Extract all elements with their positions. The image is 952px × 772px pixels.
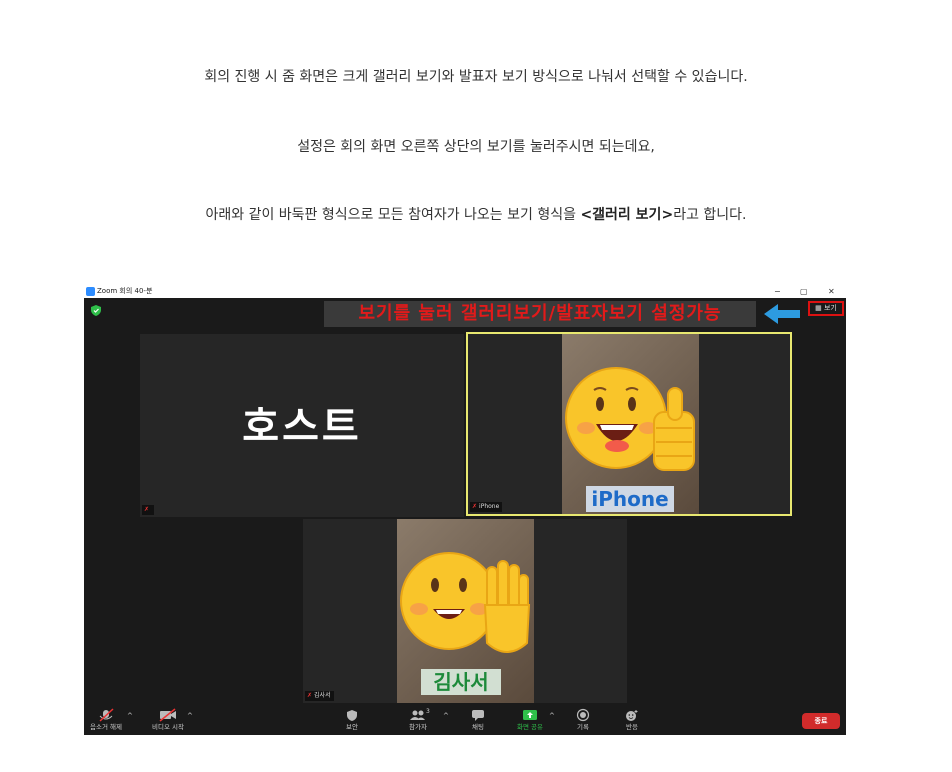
article-paragraph-2: 설정은 회의 화면 오른쪽 상단의 보기를 눌러주시면 되는데요,	[297, 139, 655, 155]
grid-icon: ▦	[815, 304, 822, 312]
window-title: Zoom 회의 40-분	[97, 287, 153, 295]
annotation-banner: 보기를 눌러 갤러리보기/발표자보기 설정가능	[324, 301, 756, 327]
waving-hand-emoji-icon	[400, 552, 531, 653]
host-name-chip: ✗	[142, 505, 155, 515]
record-label: 기록	[577, 723, 589, 731]
smiley-plus-icon	[626, 710, 638, 721]
start-video-label: 비디오 시작	[152, 723, 184, 731]
video-off-icon	[159, 708, 176, 722]
share-options-caret-icon[interactable]: ^	[549, 712, 555, 720]
annotation-arrow-icon	[764, 304, 800, 324]
reactions-label: 반응	[626, 723, 638, 731]
close-button[interactable]: ✕	[828, 285, 835, 298]
view-button-label: 보기	[823, 304, 837, 312]
record-button[interactable]: 기록	[567, 708, 599, 732]
end-meeting-button[interactable]: 종료	[802, 713, 840, 729]
muted-mic-icon: ✗	[472, 503, 478, 510]
record-icon	[576, 708, 590, 722]
iphone-overlay-text: iPhone	[586, 486, 674, 512]
gallery-view-term: <갤러리 보기>	[580, 207, 674, 223]
zoom-window-screenshot: Zoom 회의 40-분 − ▢ ✕ 보기를 눌러 갤러리보기/발표자보기 설정…	[84, 285, 846, 735]
video-options-caret-icon[interactable]: ^	[187, 712, 193, 720]
paragraph-3-prefix: 아래와 같이 바둑판 형식으로 모든 참여자가 나오는 보기 형식을	[205, 207, 581, 223]
muted-mic-icon: ✗	[144, 506, 150, 513]
article-paragraph-1: 회의 진행 시 줌 화면은 크게 갤러리 보기와 발표자 보기 방식으로 나눠서…	[204, 69, 748, 85]
meeting-toolbar: 음소거 해제 ^ 비디오 시작 ^ 보안 참가자 3 ^ 채팅 화면 공유 ^ …	[84, 706, 846, 735]
article-paragraph-3: 아래와 같이 바둑판 형식으로 모든 참여자가 나오는 보기 형식을 <갤러리 …	[0, 204, 952, 224]
iphone-name-chip-label: iPhone	[479, 503, 500, 510]
paragraph-3-suffix: 라고 합니다.	[673, 207, 747, 223]
share-screen-button[interactable]: 화면 공유	[512, 708, 548, 732]
video-tile-iphone[interactable]: iPhone ✗ iPhone	[466, 332, 792, 516]
encryption-shield-icon	[91, 305, 101, 316]
participants-label: 참가자	[409, 723, 427, 731]
unmute-label: 음소거 해제	[90, 723, 122, 731]
chat-label: 채팅	[472, 723, 484, 731]
share-screen-icon	[523, 710, 537, 720]
reactions-button[interactable]: 반응	[616, 708, 648, 732]
kim-name-chip: ✗ 김사서	[305, 691, 334, 701]
security-label: 보안	[346, 723, 358, 731]
zoom-logo-icon	[86, 287, 95, 296]
kim-name-chip-label: 김사서	[314, 692, 331, 699]
mic-muted-icon	[99, 708, 114, 722]
audio-options-caret-icon[interactable]: ^	[127, 712, 133, 720]
start-video-button[interactable]: 비디오 시작	[144, 708, 192, 732]
meeting-stage: 보기를 눌러 갤러리보기/발표자보기 설정가능 ▦ 보기 호스트 ✗ iPhon…	[84, 298, 846, 706]
video-tile-host[interactable]: 호스트 ✗	[140, 334, 464, 517]
participants-count: 3	[426, 708, 430, 715]
maximize-button[interactable]: ▢	[800, 285, 808, 298]
security-button[interactable]: 보안	[336, 708, 368, 732]
view-button[interactable]: ▦ 보기	[808, 301, 844, 316]
muted-mic-icon: ✗	[307, 692, 313, 699]
thumbs-up-emoji-icon	[565, 367, 695, 471]
unmute-button[interactable]: 음소거 해제	[84, 708, 130, 732]
participants-options-caret-icon[interactable]: ^	[443, 712, 449, 720]
shield-icon	[347, 710, 357, 721]
host-overlay-text: 호스트	[242, 404, 362, 450]
minimize-button[interactable]: −	[774, 285, 781, 298]
iphone-name-chip: ✗ iPhone	[470, 502, 503, 512]
video-tile-kim[interactable]: 김사서 ✗ 김사서	[303, 519, 627, 703]
kim-overlay-text: 김사서	[421, 669, 501, 695]
share-screen-label: 화면 공유	[517, 723, 543, 731]
chat-button[interactable]: 채팅	[462, 708, 494, 732]
chat-bubble-icon	[472, 710, 484, 721]
window-titlebar: Zoom 회의 40-분 − ▢ ✕	[84, 285, 846, 298]
